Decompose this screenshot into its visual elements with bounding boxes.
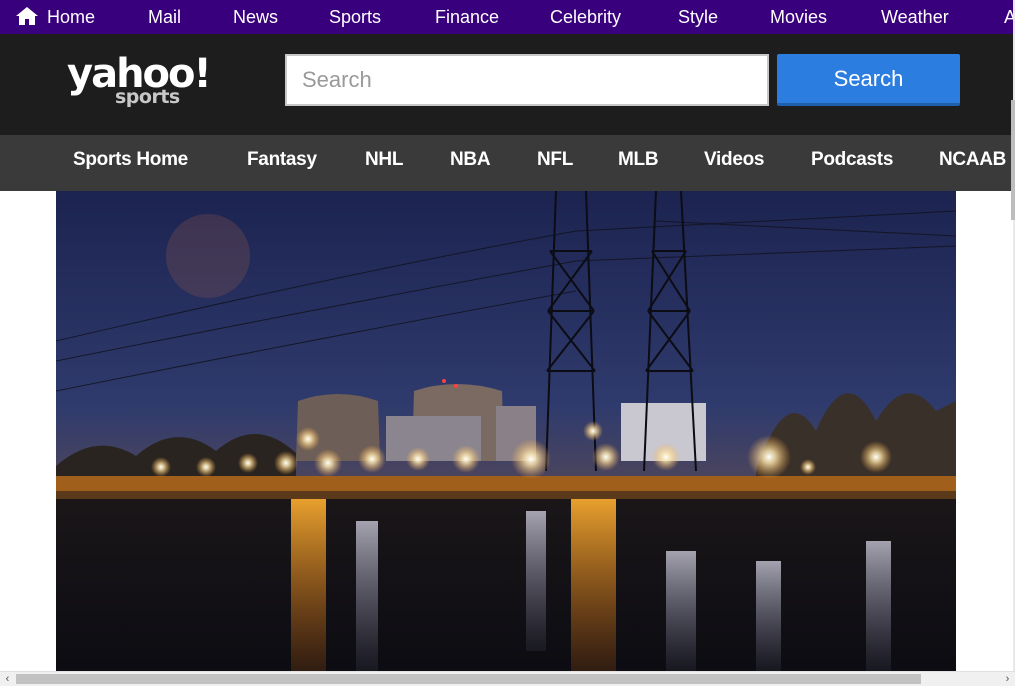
top-nav-finance[interactable]: Finance (435, 0, 499, 34)
yahoo-sports-logo[interactable]: yahoo! sports (67, 54, 212, 114)
sports-nav-nhl[interactable]: NHL (365, 135, 403, 191)
site-header: yahoo! sports Search (0, 34, 1015, 135)
horizontal-scrollbar[interactable]: ‹ › (0, 671, 1015, 686)
sports-nav-podcasts[interactable]: Podcasts (811, 135, 893, 191)
article-hero-image (56, 191, 956, 671)
sports-nav-sports-home[interactable]: Sports Home (73, 135, 188, 191)
scroll-right-arrow-icon[interactable]: › (1000, 672, 1015, 687)
top-nav-style[interactable]: Style (678, 0, 718, 34)
sports-nav-nba[interactable]: NBA (450, 135, 491, 191)
photo-nuclear-plant-icon (56, 191, 956, 671)
search-input[interactable] (285, 54, 769, 106)
top-nav-mail[interactable]: Mail (148, 0, 181, 34)
sports-nav: Sports Home Fantasy NHL NBA NFL MLB Vide… (0, 135, 1015, 191)
top-nav-weather[interactable]: Weather (881, 0, 949, 34)
vertical-scrollbar-thumb[interactable] (1011, 100, 1015, 220)
sports-nav-nfl[interactable]: NFL (537, 135, 573, 191)
horizontal-scrollbar-thumb[interactable] (16, 674, 921, 684)
top-nav-celebrity[interactable]: Celebrity (550, 0, 621, 34)
home-icon[interactable] (15, 6, 39, 26)
top-nav-movies[interactable]: Movies (770, 0, 827, 34)
sports-nav-mlb[interactable]: MLB (618, 135, 659, 191)
sports-nav-videos[interactable]: Videos (704, 135, 764, 191)
top-nav-news[interactable]: News (233, 0, 278, 34)
sports-nav-fantasy[interactable]: Fantasy (247, 135, 317, 191)
sports-nav-ncaab[interactable]: NCAAB (939, 135, 1006, 191)
top-nav: Home Mail News Sports Finance Celebrity … (0, 0, 1015, 34)
search-button[interactable]: Search (777, 54, 960, 106)
scroll-left-arrow-icon[interactable]: ‹ (0, 672, 15, 687)
logo-subtitle: sports (115, 86, 180, 108)
top-nav-home[interactable]: Home (47, 0, 95, 34)
top-nav-sports[interactable]: Sports (329, 0, 381, 34)
